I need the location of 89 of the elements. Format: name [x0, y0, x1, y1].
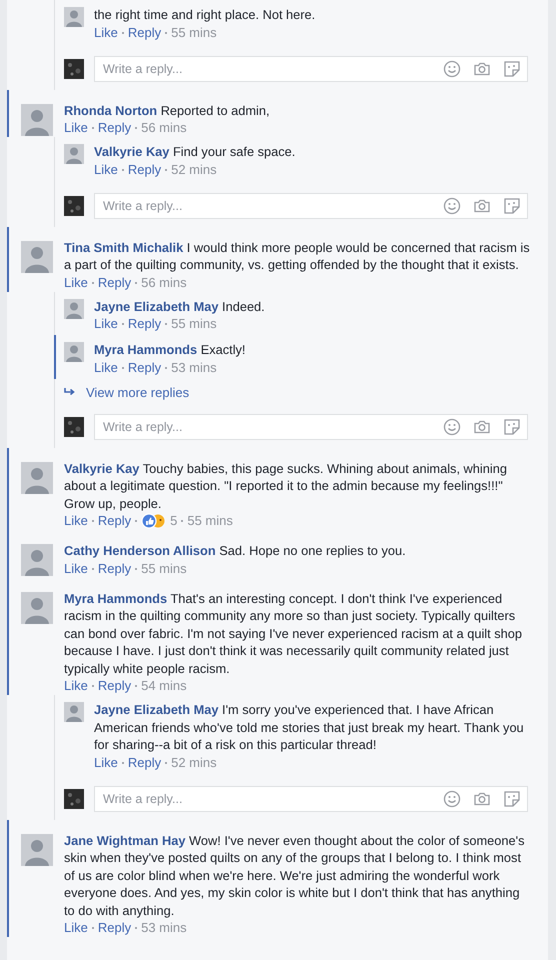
timestamp: 55 mins	[171, 315, 217, 333]
reply-input[interactable]: Write a reply...	[101, 60, 431, 76]
timestamp: 54 mins	[141, 677, 187, 695]
timestamp: 55 mins	[141, 560, 187, 578]
reply-link[interactable]: Reply	[128, 24, 162, 42]
avatar[interactable]	[21, 462, 53, 494]
reactions-icon[interactable]	[141, 513, 168, 529]
reply-field[interactable]: Write a reply...	[94, 192, 528, 218]
sticker-icon[interactable]	[503, 418, 521, 436]
emoji-icon[interactable]	[443, 60, 461, 78]
reply-text: the right time and right place. Not here.	[94, 6, 316, 24]
reaction-count[interactable]: 5	[170, 512, 178, 530]
avatar	[64, 417, 84, 437]
like-link[interactable]: Like	[94, 160, 118, 178]
author-link[interactable]: Tina Smith Michalik	[64, 240, 184, 254]
author-link[interactable]: Valkyrie Kay	[94, 144, 170, 159]
avatar[interactable]	[21, 240, 53, 272]
avatar[interactable]	[64, 7, 84, 27]
like-link[interactable]: Like	[64, 677, 88, 695]
timestamp: 52 mins	[171, 160, 217, 178]
author-link[interactable]: Jayne Elizabeth May	[94, 298, 218, 314]
avatar	[64, 59, 84, 79]
timestamp: 56 mins	[141, 119, 187, 137]
like-link[interactable]: Like	[64, 119, 88, 137]
timestamp: 52 mins	[171, 754, 217, 772]
sticker-icon[interactable]	[503, 196, 521, 214]
comment-text: Myra Hammonds That's an interesting concept. I don't think I've experienced racism in the quilting community any more so than just society. Typically quilters can bond over fabric. I'm not saying I've never experienced racism at a quilt shop because I have. I just don't think it was necessarily quilt community related just typically white people racism.	[64, 590, 523, 677]
reply-arrow-icon	[64, 387, 76, 397]
avatar[interactable]	[21, 834, 53, 866]
comment-text: Tina Smith Michalik I would think more people would be concerned that racism is a part of the quilting community, vs. getting offended by the thought that it exists.	[64, 238, 531, 274]
emoji-icon[interactable]	[443, 418, 461, 436]
reply-input[interactable]: Write a reply...	[101, 198, 431, 214]
author-link[interactable]: Cathy Henderson Allison	[64, 543, 216, 558]
emoji-icon[interactable]	[443, 196, 461, 214]
reply-text: Valkyrie Kay Find your safe space.	[94, 143, 296, 160]
reply-input[interactable]: Write a reply...	[101, 790, 431, 806]
reply-link[interactable]: Reply	[128, 754, 162, 772]
reply-link[interactable]: Reply	[98, 274, 132, 292]
reply-link[interactable]: Reply	[128, 315, 162, 333]
reply-text: Jayne Elizabeth May Indeed.	[94, 298, 266, 315]
reply-input[interactable]: Write a reply...	[101, 418, 431, 434]
avatar[interactable]	[64, 144, 84, 164]
comment-text: Cathy Henderson Allison Sad. Hope no one replies to you.	[64, 542, 407, 560]
timestamp: 53 mins	[141, 919, 187, 937]
avatar[interactable]	[21, 544, 53, 576]
reply-link[interactable]: Reply	[98, 512, 132, 530]
sticker-icon[interactable]	[503, 790, 521, 808]
comment-text: Jane Wightman Hay Wow! I've never even thought about the color of someone's skin when they've posted quilts on any of the groups that I belong to. I think most of us are color blind when we're here. We're just admiring the wonderful work everyone does. And yes, my skin color is white but I don't think that has anything to do with anything.	[64, 832, 526, 919]
reply-link[interactable]: Reply	[98, 677, 132, 695]
like-link[interactable]: Like	[64, 919, 88, 937]
author-link[interactable]: Myra Hammonds	[94, 342, 198, 357]
view-more-replies-link[interactable]: View more replies	[86, 384, 190, 400]
comment-text: Valkyrie Kay Touchy babies, this page sucks. Whining about animals, whining about a legitimate question. "I reported it to the admin because my feelings!!!" Grow up, people.	[64, 460, 508, 512]
author-link[interactable]: Myra Hammonds	[64, 590, 168, 606]
comment-text: Rhonda Norton Reported to admin,	[64, 102, 271, 119]
avatar[interactable]	[64, 702, 84, 722]
avatar	[64, 196, 84, 216]
like-link[interactable]: Like	[94, 754, 118, 772]
timestamp: 55 mins	[171, 24, 217, 42]
author-link[interactable]: Jayne Elizabeth May	[94, 702, 218, 717]
reply-link[interactable]: Reply	[98, 119, 132, 137]
author-link[interactable]: Jane Wightman Hay	[64, 832, 186, 848]
emoji-icon[interactable]	[443, 790, 461, 808]
reply-link[interactable]: Reply	[128, 160, 162, 178]
like-link[interactable]: Like	[94, 315, 118, 333]
avatar[interactable]	[64, 342, 84, 362]
reply-field[interactable]: Write a reply...	[94, 786, 528, 812]
avatar[interactable]	[21, 592, 53, 624]
timestamp: 55 mins	[187, 512, 233, 530]
like-link[interactable]: Like	[64, 560, 88, 578]
reply-text: Jayne Elizabeth May I'm sorry you've experienced that. I have African American friends who've told me stories that just break my heart. Thank you for sharing--a bit of a risk on this particular thread!	[94, 701, 525, 754]
sticker-icon[interactable]	[503, 60, 521, 78]
like-link[interactable]: Like	[64, 512, 88, 530]
reply-text: Myra Hammonds Exactly!	[94, 341, 246, 358]
avatar[interactable]	[64, 298, 84, 318]
like-link[interactable]: Like	[64, 274, 88, 292]
reply-link[interactable]: Reply	[98, 560, 132, 578]
author-link[interactable]: Valkyrie Kay	[64, 460, 140, 476]
like-link[interactable]: Like	[94, 358, 118, 376]
reply-field[interactable]: Write a reply...	[94, 56, 528, 82]
avatar	[64, 789, 84, 809]
timestamp: 56 mins	[141, 274, 187, 292]
author-link[interactable]: Rhonda Norton	[64, 102, 158, 118]
reply-link[interactable]: Reply	[128, 358, 162, 376]
reply-link[interactable]: Reply	[98, 919, 132, 937]
like-link[interactable]: Like	[94, 24, 118, 42]
timestamp: 53 mins	[171, 358, 217, 376]
reply-field[interactable]: Write a reply...	[94, 414, 528, 440]
avatar[interactable]	[21, 104, 53, 136]
